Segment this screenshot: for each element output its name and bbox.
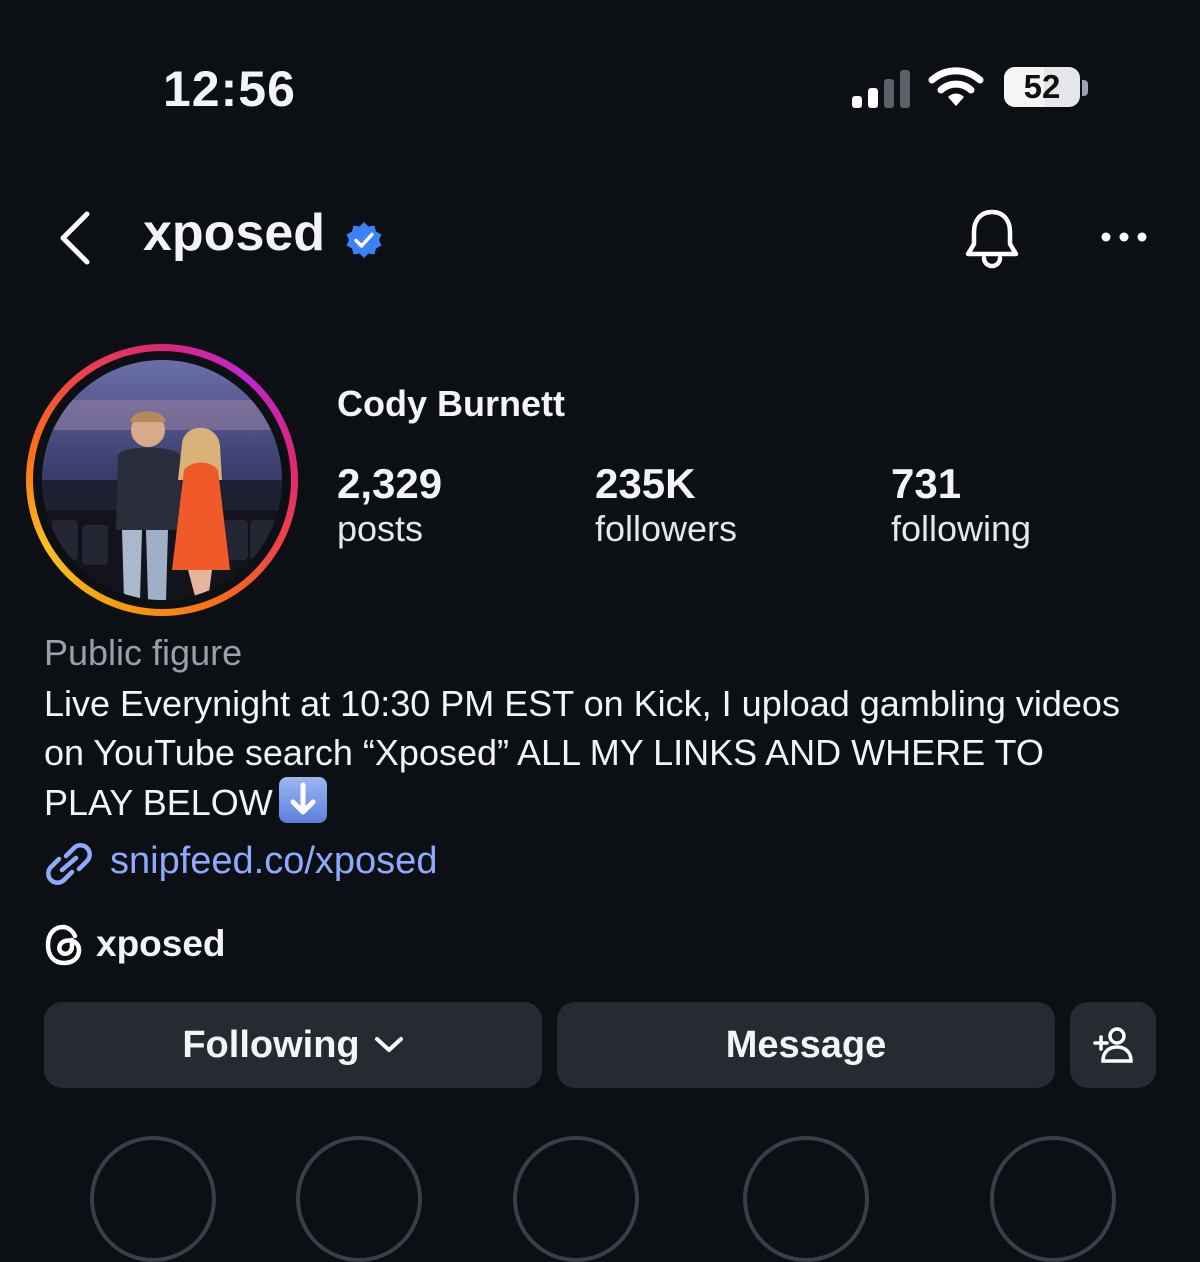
- threads-handle[interactable]: xposed: [96, 923, 226, 965]
- link-icon: [46, 843, 92, 885]
- back-icon[interactable]: [55, 210, 95, 266]
- verified-badge-icon: [346, 222, 382, 258]
- display-name: Cody Burnett: [337, 383, 565, 424]
- wifi-icon: [928, 67, 984, 106]
- following-button[interactable]: Following: [44, 1002, 542, 1088]
- stat-posts[interactable]: 2,329 posts: [337, 460, 442, 550]
- posts-count: 2,329: [337, 460, 443, 507]
- story-highlight[interactable]: [513, 1136, 639, 1262]
- profile-username: xposed: [143, 204, 326, 262]
- profile-bio: Live Everynight at 10:30 PM EST on Kick,…: [44, 679, 1124, 827]
- following-button-label: Following: [182, 1023, 360, 1066]
- following-count: 731: [891, 460, 962, 507]
- chevron-down-icon: [374, 1037, 403, 1052]
- message-button-label: Message: [725, 1023, 887, 1066]
- story-highlight[interactable]: [90, 1136, 216, 1262]
- suggest-users-button[interactable]: [1070, 1002, 1156, 1088]
- following-label: following: [891, 508, 1032, 549]
- battery-indicator: 52: [1004, 67, 1080, 107]
- profile-avatar[interactable]: [26, 344, 298, 616]
- stat-following[interactable]: 731 following: [891, 460, 1031, 550]
- avatar-photo: [42, 360, 282, 600]
- battery-cap: [1082, 80, 1088, 96]
- story-highlight[interactable]: [743, 1136, 869, 1262]
- bio-text: Live Everynight at 10:30 PM EST on Kick,…: [44, 683, 1120, 823]
- cellular-signal-icon: [852, 70, 910, 108]
- followers-count: 235K: [595, 460, 696, 507]
- battery-percentage: 52: [1023, 68, 1061, 105]
- bell-icon[interactable]: [963, 208, 1021, 270]
- profile-link[interactable]: snipfeed.co/xposed: [110, 840, 437, 883]
- profile-category: Public figure: [44, 632, 243, 673]
- status-time: 12:56: [163, 61, 296, 117]
- stat-followers[interactable]: 235K followers: [595, 460, 737, 550]
- down-arrow-emoji: [278, 777, 327, 823]
- threads-icon: [45, 924, 82, 966]
- posts-label: posts: [337, 508, 424, 549]
- more-icon[interactable]: [1100, 224, 1148, 250]
- followers-label: followers: [595, 508, 738, 549]
- story-highlight[interactable]: [990, 1136, 1116, 1262]
- message-button[interactable]: Message: [557, 1002, 1055, 1088]
- story-highlight[interactable]: [296, 1136, 422, 1262]
- add-user-icon: [1093, 1027, 1133, 1063]
